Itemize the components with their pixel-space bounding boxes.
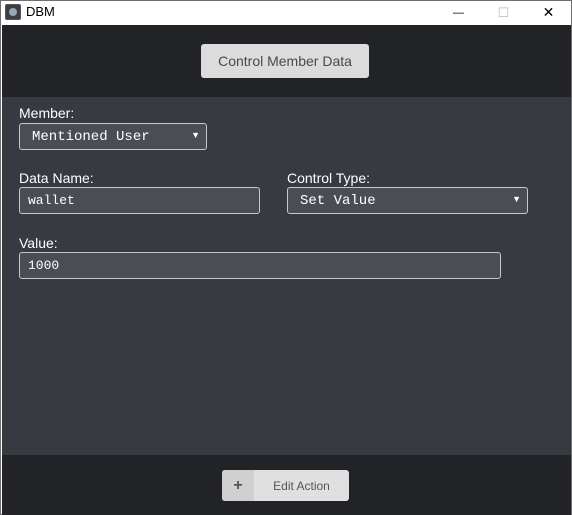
plus-icon: + xyxy=(222,470,254,501)
value-input[interactable]: 1000 xyxy=(19,252,501,279)
header-panel: Control Member Data xyxy=(2,25,571,97)
edit-action-button[interactable]: + Edit Action xyxy=(222,470,349,501)
maximize-button[interactable]: ☐ xyxy=(481,1,526,24)
value-label: Value: xyxy=(19,235,58,251)
value-input-value: 1000 xyxy=(28,258,60,273)
data-name-input[interactable]: wallet xyxy=(19,187,260,214)
chevron-down-icon: ▼ xyxy=(512,194,521,204)
window-title: DBM xyxy=(26,4,55,19)
member-select-value: Mentioned User xyxy=(32,129,150,145)
control-type-select[interactable]: Set Value ▼ xyxy=(287,187,528,214)
close-icon: ✕ xyxy=(542,4,555,20)
data-name-input-value: wallet xyxy=(28,193,75,208)
maximize-icon: ☐ xyxy=(497,4,510,20)
data-name-label: Data Name: xyxy=(19,170,94,186)
member-label: Member: xyxy=(19,105,75,121)
chevron-down-icon: ▼ xyxy=(191,130,200,140)
control-member-data-button[interactable]: Control Member Data xyxy=(201,44,369,78)
app-window: DBM — ☐ ✕ Control Member Data Member: Me… xyxy=(0,0,572,515)
form-panel: Member: Mentioned User ▼ Data Name: wall… xyxy=(2,97,571,455)
footer-panel: + Edit Action xyxy=(2,455,571,515)
edit-action-label: Edit Action xyxy=(273,478,330,493)
minimize-button[interactable]: — xyxy=(436,1,481,24)
member-select[interactable]: Mentioned User ▼ xyxy=(19,123,207,150)
title-bar[interactable]: DBM — ☐ ✕ xyxy=(1,1,571,24)
app-icon xyxy=(5,4,21,20)
minimize-icon: — xyxy=(453,6,464,19)
close-button[interactable]: ✕ xyxy=(526,1,571,24)
control-type-label: Control Type: xyxy=(287,170,371,186)
control-type-select-value: Set Value xyxy=(300,193,376,209)
